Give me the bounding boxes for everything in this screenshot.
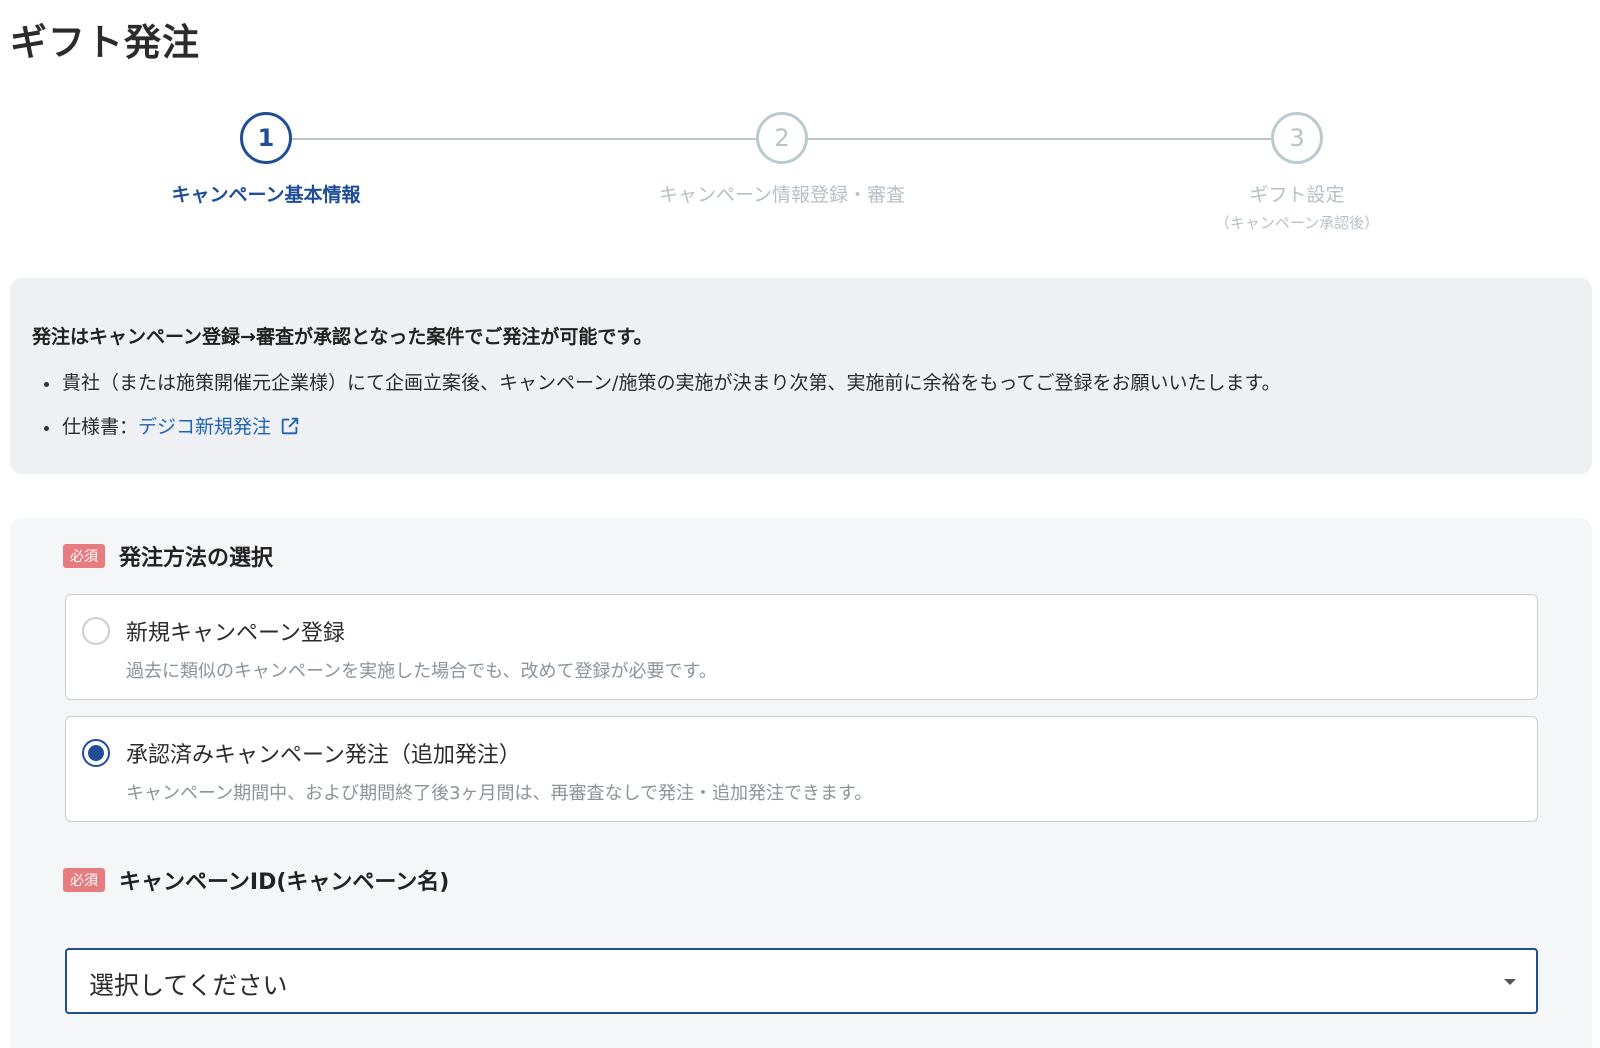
info-list: 貴社（または施策開催元企業様）にて企画立案後、キャンペーン/施策の実施が決まり次…	[32, 371, 1570, 439]
step-connector-1-2	[291, 138, 766, 140]
step-connector-2-3	[808, 138, 1281, 140]
campaign-id-select[interactable]: 選択してください	[65, 948, 1538, 1014]
spec-link[interactable]: デジコ新規発注	[138, 416, 301, 438]
order-method-title: 発注方法の選択	[119, 546, 274, 571]
step-2-label: キャンペーン情報登録・審査	[658, 184, 906, 206]
radio-option-new-campaign[interactable]: 新規キャンペーン登録 過去に類似のキャンペーンを実施した場合でも、改めて登録が必…	[65, 594, 1538, 700]
spec-label: 仕様書：	[62, 416, 139, 438]
info-bullet-text: 貴社（または施策開催元企業様）にて企画立案後、キャンペーン/施策の実施が決まり次…	[62, 372, 1281, 394]
radio-new-campaign-title: 新規キャンペーン登録	[126, 621, 345, 646]
external-link-icon[interactable]	[279, 415, 301, 437]
step-3-label: ギフト設定	[1249, 184, 1345, 206]
radio-approved-campaign[interactable]	[82, 739, 110, 767]
info-headline: 発注はキャンペーン登録→審査が承認となった案件でご発注が可能です。	[32, 326, 653, 348]
radio-new-campaign-desc: 過去に類似のキャンペーンを実施した場合でも、改めて登録が必要です。	[126, 661, 717, 682]
stepper: 1 2 3 キャンペーン基本情報 キャンペーン情報登録・審査 ギフト設定 （キャ…	[0, 108, 1600, 248]
order-method-label-row: 必須 発注方法の選択	[63, 540, 273, 572]
spec-link-text[interactable]: デジコ新規発注	[138, 416, 271, 438]
campaign-id-title: キャンペーンID(キャンペーン名)	[119, 870, 450, 895]
step-1-indicator: 1	[240, 112, 292, 164]
radio-approved-campaign-title: 承認済みキャンペーン発注（追加発注）	[126, 743, 521, 768]
campaign-id-select-value: 選択してください	[89, 971, 288, 1000]
radio-new-campaign[interactable]	[82, 617, 110, 645]
radio-option-approved-campaign[interactable]: 承認済みキャンペーン発注（追加発注） キャンペーン期間中、および期間終了後3ヶ月…	[65, 716, 1538, 822]
info-bullet-spec: 仕様書：デジコ新規発注	[32, 415, 1570, 439]
info-bullet-registration: 貴社（または施策開催元企業様）にて企画立案後、キャンペーン/施策の実施が決まり次…	[32, 371, 1570, 395]
step-2-indicator: 2	[756, 112, 808, 164]
required-badge: 必須	[63, 544, 105, 568]
campaign-id-label-row: 必須 キャンペーンID(キャンペーン名)	[63, 864, 449, 896]
order-form-card: 必須 発注方法の選択 新規キャンペーン登録 過去に類似のキャンペーンを実施した場…	[10, 518, 1592, 1048]
step-1-label: キャンペーン基本情報	[171, 184, 361, 206]
info-notice-box: 発注はキャンペーン登録→審査が承認となった案件でご発注が可能です。 貴社（または…	[10, 278, 1592, 474]
chevron-down-icon[interactable]	[1504, 979, 1516, 985]
page-title: ギフト発注	[10, 21, 200, 64]
step-3-indicator: 3	[1271, 112, 1323, 164]
radio-approved-campaign-desc: キャンペーン期間中、および期間終了後3ヶ月間は、再審査なしで発注・追加発注できま…	[126, 783, 873, 804]
required-badge: 必須	[63, 868, 105, 892]
step-3-sublabel: （キャンペーン承認後）	[1214, 214, 1380, 232]
